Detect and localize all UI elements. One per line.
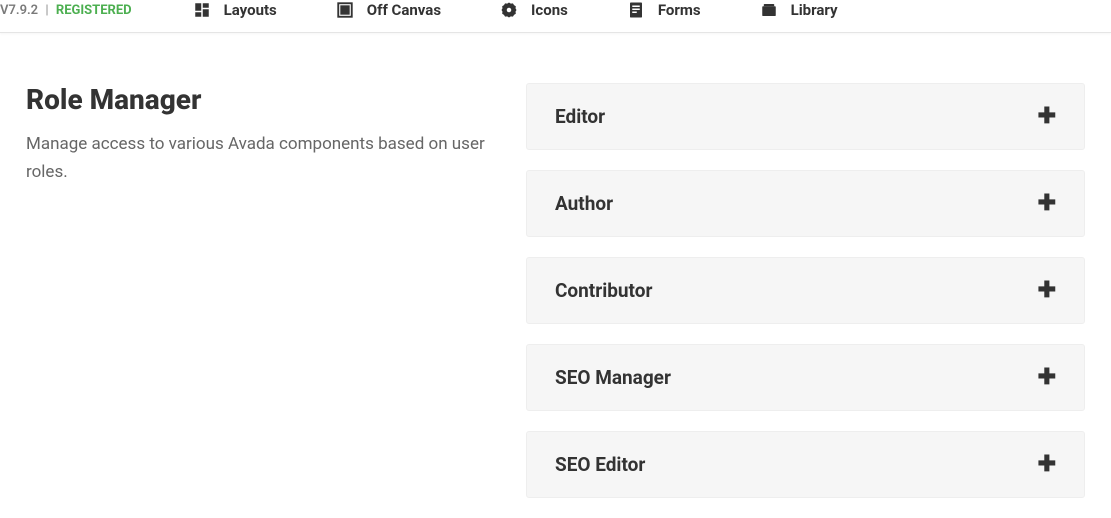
role-editor-label: Editor <box>555 105 605 128</box>
role-author-label: Author <box>555 192 613 215</box>
nav-offcanvas-label: Off Canvas <box>367 1 441 19</box>
nav-icons-label: Icons <box>531 1 568 19</box>
role-editor[interactable]: Editor ✚ <box>526 83 1085 150</box>
library-icon <box>759 0 779 20</box>
dashboard-icon <box>192 0 212 20</box>
content: Role Manager Manage access to various Av… <box>0 33 1111 518</box>
plus-icon: ✚ <box>1038 191 1056 216</box>
version-separator: | <box>45 3 48 18</box>
top-nav: Layouts Off Canvas Icons Forms Library <box>192 0 838 20</box>
nav-layouts-label: Layouts <box>224 1 277 19</box>
nav-library[interactable]: Library <box>759 0 838 20</box>
role-seo-manager-label: SEO Manager <box>555 366 671 389</box>
nav-offcanvas[interactable]: Off Canvas <box>335 0 441 20</box>
role-contributor-label: Contributor <box>555 279 652 302</box>
nav-layouts[interactable]: Layouts <box>192 0 277 20</box>
left-panel: Role Manager Manage access to various Av… <box>26 83 486 518</box>
role-author[interactable]: Author ✚ <box>526 170 1085 237</box>
offcanvas-icon <box>335 0 355 20</box>
version-info: V7.9.2 | REGISTERED <box>0 3 132 18</box>
role-seo-manager[interactable]: SEO Manager ✚ <box>526 344 1085 411</box>
page-description: Manage access to various Avada component… <box>26 130 486 186</box>
registration-status: REGISTERED <box>56 3 132 18</box>
nav-forms[interactable]: Forms <box>626 0 701 20</box>
form-icon <box>626 0 646 20</box>
top-bar: V7.9.2 | REGISTERED Layouts Off Canvas I… <box>0 0 1111 33</box>
nav-library-label: Library <box>791 1 838 19</box>
page-title: Role Manager <box>26 83 486 116</box>
roles-list: Editor ✚ Author ✚ Contributor ✚ SEO Mana… <box>526 83 1085 518</box>
plus-icon: ✚ <box>1038 365 1056 390</box>
plus-icon: ✚ <box>1038 104 1056 129</box>
plus-icon: ✚ <box>1038 452 1056 477</box>
nav-forms-label: Forms <box>658 1 701 19</box>
role-seo-editor-label: SEO Editor <box>555 453 645 476</box>
gear-icon <box>499 0 519 20</box>
version-label: V7.9.2 <box>0 3 38 18</box>
role-contributor[interactable]: Contributor ✚ <box>526 257 1085 324</box>
plus-icon: ✚ <box>1038 278 1056 303</box>
nav-icons[interactable]: Icons <box>499 0 568 20</box>
role-seo-editor[interactable]: SEO Editor ✚ <box>526 431 1085 498</box>
